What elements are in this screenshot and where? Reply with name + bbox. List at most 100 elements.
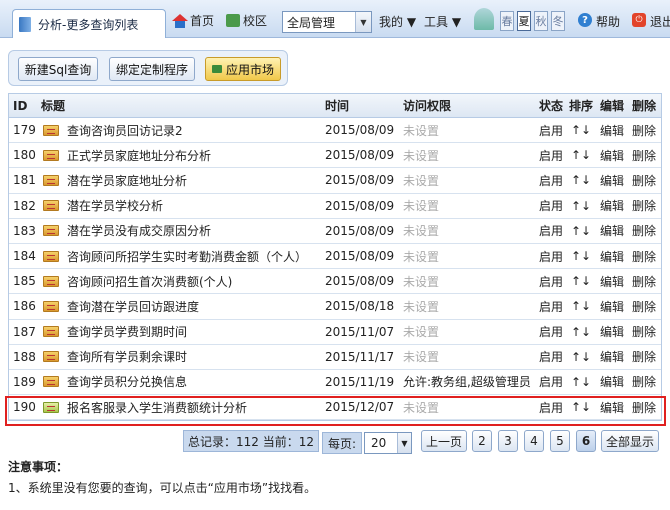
row-edit-link[interactable]: 编辑 [600, 370, 624, 394]
row-status[interactable]: 启用 [539, 143, 563, 167]
page-button-6[interactable]: 6 [576, 430, 596, 452]
row-status[interactable]: 启用 [539, 345, 563, 369]
help-link[interactable]: 帮助 [596, 13, 620, 30]
row-delete-link[interactable]: 删除 [632, 269, 656, 293]
bind-program-button[interactable]: 绑定定制程序 [109, 57, 195, 81]
row-delete-link[interactable]: 删除 [632, 194, 656, 218]
row-time: 2015/08/09 [325, 223, 395, 238]
row-status[interactable]: 启用 [539, 118, 563, 142]
season-summer[interactable]: 夏 [517, 11, 531, 31]
row-status[interactable]: 启用 [539, 269, 563, 293]
row-delete-link[interactable]: 删除 [632, 345, 656, 369]
page-button-3[interactable]: 3 [498, 430, 518, 452]
row-delete-link[interactable]: 删除 [632, 143, 656, 167]
row-status[interactable]: 启用 [539, 244, 563, 268]
row-delete-link[interactable]: 删除 [632, 168, 656, 192]
season-autumn[interactable]: 秋 [534, 11, 548, 31]
scope-select[interactable]: 全局管理 ▼ [282, 11, 372, 33]
row-sort-arrows[interactable]: ↑↓ [571, 370, 591, 394]
report-icon [43, 345, 59, 369]
row-title-link[interactable]: 正式学员家庭地址分布分析 [67, 143, 211, 167]
row-title-link[interactable]: 潜在学员没有成交原因分析 [67, 219, 211, 243]
row-title-link[interactable]: 查询咨询员回访记录2 [67, 118, 183, 142]
row-delete-link[interactable]: 删除 [632, 320, 656, 344]
row-sort-arrows[interactable]: ↑↓ [571, 395, 591, 419]
page-button-4[interactable]: 4 [524, 430, 544, 452]
row-edit-link[interactable]: 编辑 [600, 345, 624, 369]
row-delete-link[interactable]: 删除 [632, 244, 656, 268]
row-status[interactable]: 启用 [539, 320, 563, 344]
menu-tools[interactable]: 工具 ▼ [424, 13, 461, 30]
row-title-link[interactable]: 咨询顾问招生首次消费额(个人) [67, 269, 232, 293]
row-sort-arrows[interactable]: ↑↓ [571, 269, 591, 293]
home-label: 首页 [190, 14, 215, 28]
row-id: 183 [13, 223, 36, 238]
row-edit-link[interactable]: 编辑 [600, 244, 624, 268]
row-title-link[interactable]: 查询学员积分兑换信息 [67, 370, 187, 394]
page-button-5[interactable]: 5 [550, 430, 570, 452]
row-title-link[interactable]: 潜在学员学校分析 [67, 194, 163, 218]
row-status[interactable]: 启用 [539, 219, 563, 243]
row-title-link[interactable]: 潜在学员家庭地址分析 [67, 168, 187, 192]
row-title-link[interactable]: 查询学员学费到期时间 [67, 320, 187, 344]
row-sort-arrows[interactable]: ↑↓ [571, 294, 591, 318]
table-row: 188 查询所有学员剩余课时 2015/11/17 未设置 启用 ↑↓ 编辑 删除 [9, 345, 661, 370]
new-sql-button[interactable]: 新建Sql查询 [18, 57, 98, 81]
row-sort-arrows[interactable]: ↑↓ [571, 168, 591, 192]
row-title-link[interactable]: 查询潜在学员回访跟进度 [67, 294, 199, 318]
show-all-button[interactable]: 全部显示 [601, 430, 659, 452]
row-edit-link[interactable]: 编辑 [600, 143, 624, 167]
row-edit-link[interactable]: 编辑 [600, 168, 624, 192]
row-sort-arrows[interactable]: ↑↓ [571, 118, 591, 142]
row-status[interactable]: 启用 [539, 194, 563, 218]
row-title-link[interactable]: 查询所有学员剩余课时 [67, 345, 187, 369]
table-row: 180 正式学员家庭地址分布分析 2015/08/09 未设置 启用 ↑↓ 编辑 删除 [9, 143, 661, 169]
row-sort-arrows[interactable]: ↑↓ [571, 219, 591, 243]
row-status[interactable]: 启用 [539, 294, 563, 318]
row-edit-link[interactable]: 编辑 [600, 194, 624, 218]
row-edit-link[interactable]: 编辑 [600, 219, 624, 243]
row-delete-link[interactable]: 删除 [632, 118, 656, 142]
tab-title: 分析-更多查询列表 [38, 17, 139, 32]
menu-my[interactable]: 我的 ▼ [379, 13, 416, 30]
help-icon[interactable]: ? [578, 13, 592, 27]
row-sort-arrows[interactable]: ↑↓ [571, 143, 591, 167]
row-delete-link[interactable]: 删除 [632, 219, 656, 243]
row-access: 未设置 [403, 123, 440, 138]
row-sort-arrows[interactable]: ↑↓ [571, 244, 591, 268]
scope-value: 全局管理 [287, 15, 336, 30]
row-delete-link[interactable]: 删除 [632, 294, 656, 318]
row-sort-arrows[interactable]: ↑↓ [571, 194, 591, 218]
exit-link[interactable]: 退出 [650, 13, 670, 30]
page-size-label: 每页: [322, 432, 362, 454]
row-status[interactable]: 启用 [539, 370, 563, 394]
tab-query-list[interactable]: 分析-更多查询列表 [12, 9, 166, 38]
home-link[interactable]: 首页 [172, 12, 214, 29]
row-status[interactable]: 启用 [539, 395, 563, 419]
row-edit-link[interactable]: 编辑 [600, 395, 624, 419]
page-size-select[interactable]: 20 ▼ [364, 432, 412, 454]
row-title-link[interactable]: 报名客服录入学生消费额统计分析 [67, 395, 247, 419]
prev-page-button[interactable]: 上一页 [421, 430, 467, 452]
row-edit-link[interactable]: 编辑 [600, 118, 624, 142]
app-market-button[interactable]: 应用市场 [205, 57, 281, 81]
row-delete-link[interactable]: 删除 [632, 395, 656, 419]
row-sort-arrows[interactable]: ↑↓ [571, 345, 591, 369]
row-edit-link[interactable]: 编辑 [600, 320, 624, 344]
header-time: 时间 [325, 99, 350, 113]
row-access: 未设置 [403, 173, 440, 188]
season-spring[interactable]: 春 [500, 11, 514, 31]
report-icon [43, 143, 59, 167]
table-row: 182 潜在学员学校分析 2015/08/09 未设置 启用 ↑↓ 编辑 删除 [9, 194, 661, 219]
row-edit-link[interactable]: 编辑 [600, 294, 624, 318]
page-button-2[interactable]: 2 [472, 430, 492, 452]
row-title-link[interactable]: 咨询顾问所招学生实时考勤消费金额（个人） [67, 244, 307, 268]
book-icon [19, 16, 31, 32]
season-winter[interactable]: 冬 [551, 11, 565, 31]
row-status[interactable]: 启用 [539, 168, 563, 192]
power-icon[interactable]: ⏻ [632, 13, 646, 27]
row-edit-link[interactable]: 编辑 [600, 269, 624, 293]
campus-link[interactable]: 校区 [226, 12, 267, 29]
row-sort-arrows[interactable]: ↑↓ [571, 320, 591, 344]
row-delete-link[interactable]: 删除 [632, 370, 656, 394]
